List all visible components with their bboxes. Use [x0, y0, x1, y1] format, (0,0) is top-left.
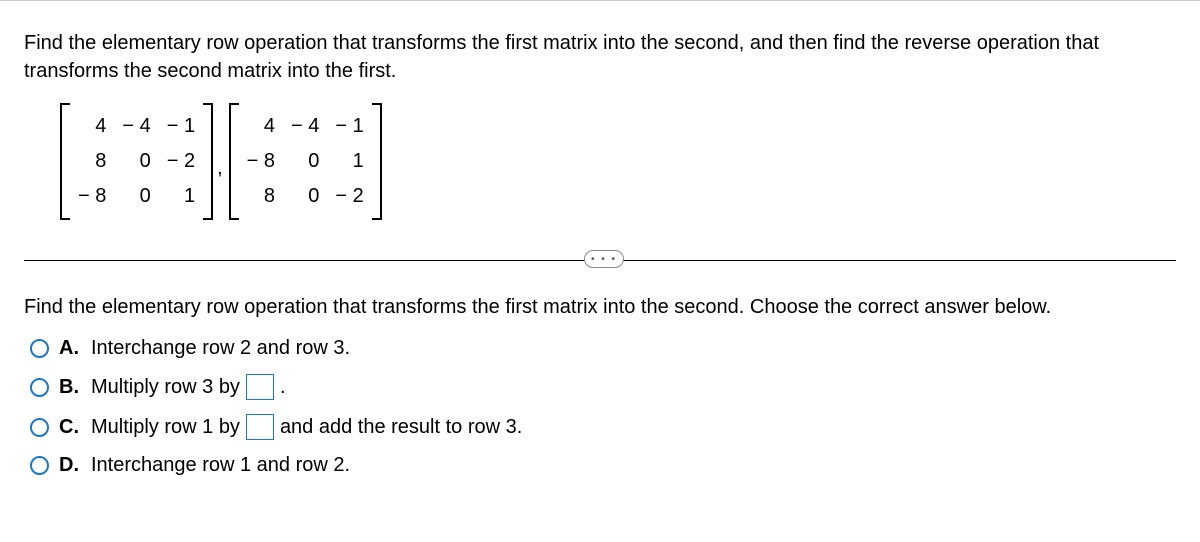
option-b-text-before: Multiply row 3 by	[91, 376, 240, 399]
m2-r2c3: 1	[327, 144, 371, 179]
radio-b[interactable]	[30, 378, 49, 397]
matrix-1: 4 − 4 − 1 8 0 − 2 − 8 0 1	[60, 103, 213, 220]
option-b[interactable]: B. Multiply row 3 by .	[30, 374, 1176, 400]
m2-r3c2: 0	[283, 179, 327, 214]
m1-r2c3: − 2	[159, 144, 203, 179]
m2-r3c3: − 2	[327, 179, 371, 214]
m1-r1c3: − 1	[159, 109, 203, 144]
option-c-letter: C.	[59, 416, 79, 439]
option-d-letter: D.	[59, 454, 79, 477]
option-c-input[interactable]	[246, 414, 274, 440]
matrix-separator: ,	[217, 157, 223, 220]
m1-r1c2: − 4	[114, 109, 158, 144]
m1-r3c3: 1	[159, 179, 203, 214]
option-d-text: Interchange row 1 and row 2.	[91, 454, 350, 477]
option-a-text: Interchange row 2 and row 3.	[91, 337, 350, 360]
option-c-text-after: and add the result to row 3.	[280, 416, 522, 439]
answer-options: A. Interchange row 2 and row 3. B. Multi…	[30, 337, 1176, 477]
m2-r2c2: 0	[283, 144, 327, 179]
radio-c[interactable]	[30, 418, 49, 437]
option-c[interactable]: C. Multiply row 1 by and add the result …	[30, 414, 1176, 440]
question-prompt: Find the elementary row operation that t…	[24, 29, 1176, 85]
radio-a[interactable]	[30, 339, 49, 358]
matrix-2: 4 − 4 − 1 − 8 0 1 8 0 − 2	[229, 103, 382, 220]
m1-r1c1: 4	[70, 109, 114, 144]
option-b-input[interactable]	[246, 374, 274, 400]
matrices-display: 4 − 4 − 1 8 0 − 2 − 8 0 1 ,	[60, 103, 1176, 220]
m1-r3c1: − 8	[70, 179, 114, 214]
option-d[interactable]: D. Interchange row 1 and row 2.	[30, 454, 1176, 477]
m2-r1c2: − 4	[283, 109, 327, 144]
m2-r1c3: − 1	[327, 109, 371, 144]
m2-r3c1: 8	[239, 179, 283, 214]
m1-r2c1: 8	[70, 144, 114, 179]
m2-r2c1: − 8	[239, 144, 283, 179]
option-b-text-after: .	[280, 376, 286, 399]
m2-r1c1: 4	[239, 109, 283, 144]
option-a[interactable]: A. Interchange row 2 and row 3.	[30, 337, 1176, 360]
m1-r3c2: 0	[114, 179, 158, 214]
option-a-letter: A.	[59, 337, 79, 360]
option-b-letter: B.	[59, 376, 79, 399]
m1-r2c2: 0	[114, 144, 158, 179]
option-c-text-before: Multiply row 1 by	[91, 416, 240, 439]
radio-d[interactable]	[30, 456, 49, 475]
sub-question-prompt: Find the elementary row operation that t…	[24, 296, 1176, 319]
expand-button[interactable]: • • •	[584, 250, 624, 268]
